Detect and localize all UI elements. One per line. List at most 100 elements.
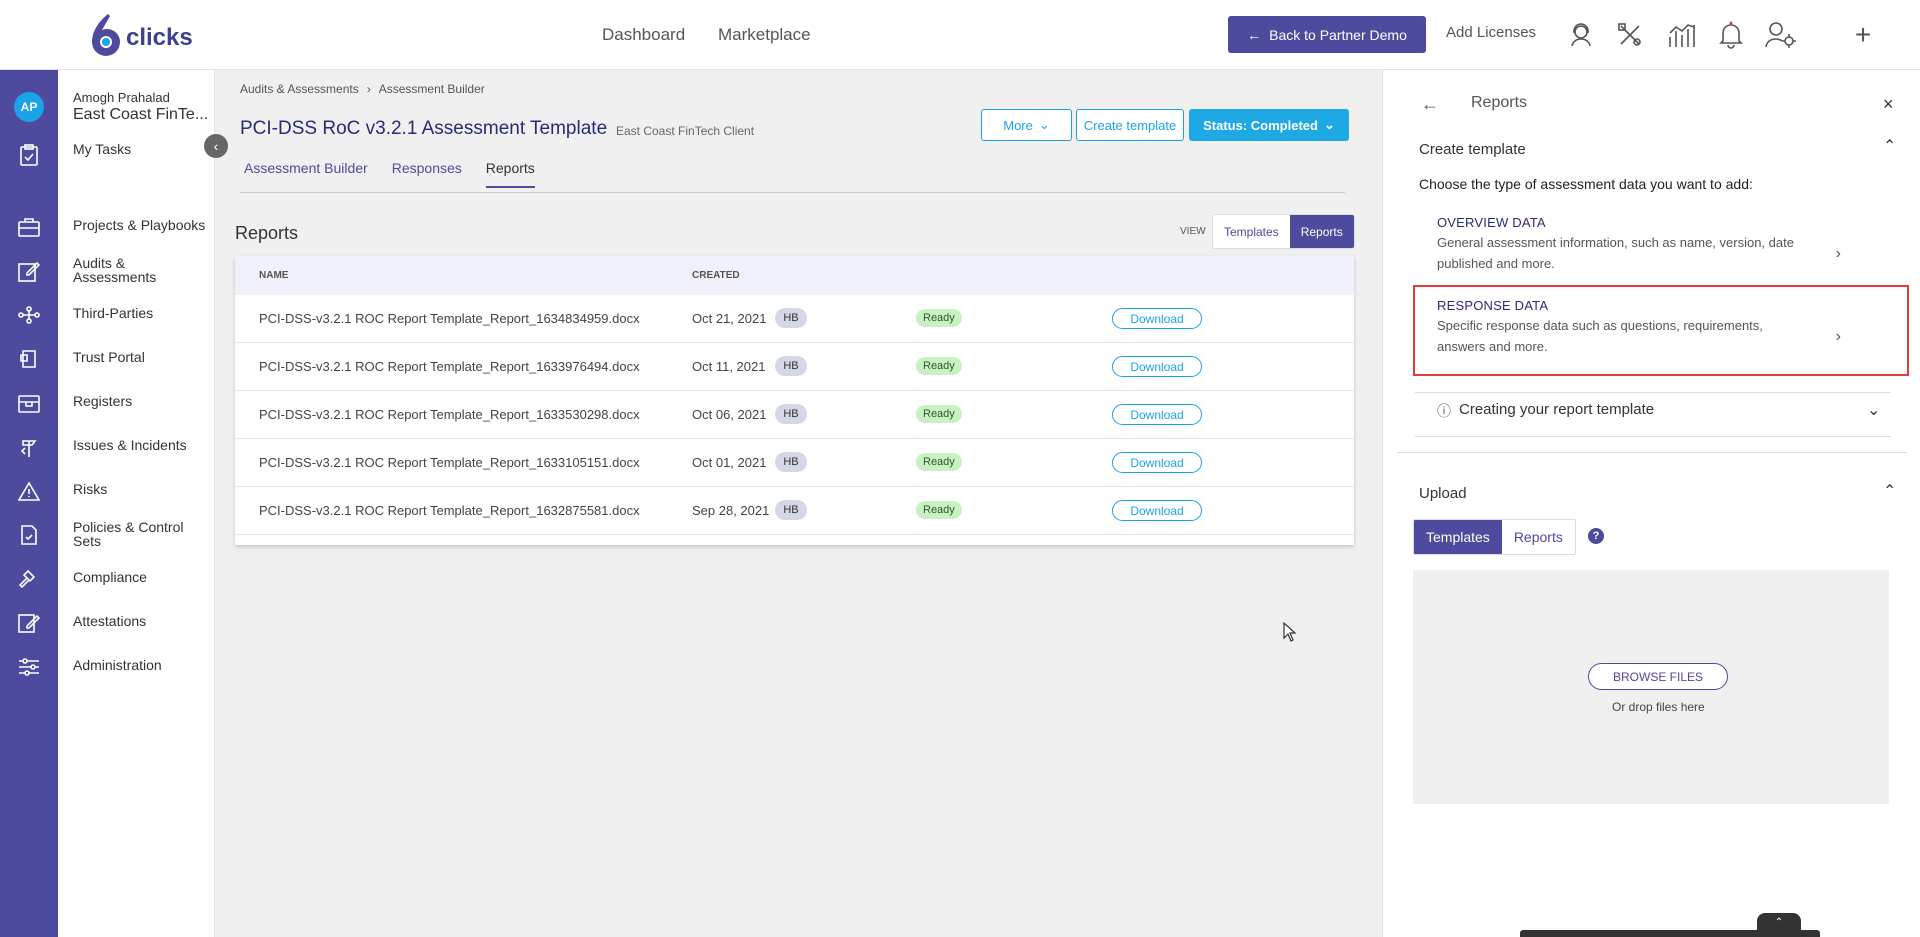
reports-title: Reports (235, 223, 299, 243)
briefcase-icon[interactable] (16, 214, 42, 240)
view-toggle: Templates Reports (1212, 214, 1355, 249)
report-name: PCI-DSS-v3.2.1 ROC Report Template_Repor… (259, 359, 640, 374)
upload-tab-templates[interactable]: Templates (1414, 520, 1502, 554)
policy-icon[interactable] (16, 522, 42, 548)
bell-icon[interactable] (1714, 18, 1748, 52)
help-icon[interactable]: ? (1588, 528, 1604, 544)
table-row[interactable]: PCI-DSS-v3.2.1 ROC Report Template_Repor… (235, 487, 1354, 535)
browse-files-button[interactable]: BROWSE FILES (1588, 663, 1728, 690)
breadcrumb-audits[interactable]: Audits & Assessments (240, 82, 359, 96)
tab-assessment-builder[interactable]: Assessment Builder (244, 160, 368, 188)
analytics-icon[interactable] (1665, 18, 1699, 52)
divider (1415, 436, 1891, 437)
chevron-right-icon: › (1835, 245, 1841, 262)
network-icon[interactable] (16, 302, 42, 328)
breadcrumb: Audits & Assessments › Assessment Builde… (240, 82, 485, 96)
sidebar-item-audits[interactable]: Audits & Assessments (73, 256, 163, 284)
back-to-partner-button[interactable]: ← Back to Partner Demo (1228, 16, 1426, 53)
more-button[interactable]: More ⌄ (981, 109, 1072, 141)
more-button-label: More (1003, 117, 1033, 133)
support-icon[interactable] (1564, 18, 1598, 52)
column-created[interactable]: CREATED (692, 270, 740, 281)
collapse-sidebar-button[interactable]: ‹ (204, 134, 228, 158)
chevron-down-icon: ⌄ (1038, 117, 1050, 132)
chevron-up-icon[interactable]: ⌃ (1883, 136, 1896, 156)
status-badge: Ready (916, 309, 962, 327)
arrow-left-icon[interactable]: ← (1421, 94, 1439, 115)
sidebar-item-trust-portal[interactable]: Trust Portal (73, 350, 213, 364)
gavel-icon[interactable] (16, 566, 42, 592)
view-templates-button[interactable]: Templates (1213, 215, 1290, 248)
tab-responses[interactable]: Responses (392, 160, 462, 188)
user-settings-icon[interactable] (1764, 18, 1798, 52)
breadcrumb-builder[interactable]: Assessment Builder (379, 82, 485, 96)
chevron-down-icon[interactable]: ⌄ (1867, 400, 1880, 420)
sliders-icon[interactable] (16, 654, 42, 680)
logo[interactable]: clicks (88, 10, 193, 60)
overview-data-card[interactable]: OVERVIEW DATA General assessment informa… (1415, 215, 1913, 274)
attest-icon[interactable] (16, 610, 42, 636)
create-template-button[interactable]: Create template (1076, 109, 1184, 141)
nav-dashboard[interactable]: Dashboard (602, 0, 685, 70)
status-badge: Ready (916, 357, 962, 375)
view-label: VIEW (1180, 226, 1206, 237)
sidebar-item-attestations[interactable]: Attestations (73, 614, 213, 628)
chevron-left-icon: ‹ (213, 138, 219, 154)
sidebar-item-risks[interactable]: Risks (73, 482, 213, 496)
register-icon[interactable] (16, 390, 42, 416)
status-badge: Ready (916, 453, 962, 471)
nav-marketplace[interactable]: Marketplace (718, 0, 811, 70)
add-licenses-link[interactable]: Add Licenses (1446, 24, 1536, 41)
client-name: East Coast FinTech Client (616, 124, 755, 138)
sidebar-item-my-tasks[interactable]: My Tasks (73, 142, 213, 156)
upload-heading[interactable]: Upload (1419, 485, 1467, 502)
download-button[interactable]: Download (1112, 452, 1202, 473)
trust-icon[interactable] (16, 346, 42, 372)
warning-icon[interactable] (16, 478, 42, 504)
reports-panel: ← Reports × Create template ⌃ Choose the… (1382, 70, 1920, 937)
org-name: East Coast FinTe... (73, 106, 209, 123)
status-button[interactable]: Status: Completed ⌄ (1189, 109, 1349, 141)
bottom-drawer-bar[interactable] (1520, 930, 1820, 937)
user-info[interactable]: Amogh Prahalad East Coast FinTe... (73, 90, 208, 124)
created-date: Oct 01, 2021 (692, 455, 767, 470)
sidebar-item-administration[interactable]: Administration (73, 658, 213, 672)
avatar[interactable]: AP (14, 92, 44, 122)
upload-tabs: Templates Reports (1413, 519, 1576, 555)
tasks-icon[interactable] (16, 142, 42, 168)
chevron-up-icon[interactable]: ⌃ (1883, 481, 1896, 501)
creating-help-toggle[interactable]: Creating your report template (1459, 401, 1654, 418)
table-row[interactable]: PCI-DSS-v3.2.1 ROC Report Template_Repor… (235, 439, 1354, 487)
tab-divider (240, 192, 1345, 193)
chevron-up-icon[interactable]: ⌃ (1757, 913, 1801, 931)
sidebar-item-issues[interactable]: Issues & Incidents (73, 438, 213, 452)
plus-icon[interactable]: + (1846, 18, 1880, 52)
download-button[interactable]: Download (1112, 308, 1202, 329)
tab-reports[interactable]: Reports (485, 160, 535, 188)
view-reports-button[interactable]: Reports (1289, 215, 1354, 248)
download-button[interactable]: Download (1112, 356, 1202, 377)
table-row[interactable]: PCI-DSS-v3.2.1 ROC Report Template_Repor… (235, 391, 1354, 439)
close-icon[interactable]: × (1883, 94, 1894, 115)
sidebar-item-third-parties[interactable]: Third-Parties (73, 306, 213, 320)
icon-rail (0, 70, 58, 937)
creator-badge: HB (775, 452, 807, 472)
download-button[interactable]: Download (1112, 404, 1202, 425)
sidebar-item-registers[interactable]: Registers (73, 394, 213, 408)
signpost-icon[interactable] (16, 434, 42, 460)
sidebar-item-compliance[interactable]: Compliance (73, 570, 213, 584)
tools-icon[interactable] (1613, 18, 1647, 52)
download-button[interactable]: Download (1112, 500, 1202, 521)
table-header: NAME CREATED (235, 256, 1354, 295)
sidebar-item-projects[interactable]: Projects & Playbooks (73, 218, 213, 232)
edit-icon[interactable] (16, 258, 42, 284)
upload-tab-reports[interactable]: Reports (1501, 520, 1575, 554)
table-row[interactable]: PCI-DSS-v3.2.1 ROC Report Template_Repor… (235, 343, 1354, 391)
report-name: PCI-DSS-v3.2.1 ROC Report Template_Repor… (259, 503, 640, 518)
column-name[interactable]: NAME (259, 270, 288, 281)
sidebar-item-policies[interactable]: Policies & Control Sets (73, 520, 193, 548)
table-row[interactable]: PCI-DSS-v3.2.1 ROC Report Template_Repor… (235, 295, 1354, 343)
arrow-left-icon: ← (1247, 26, 1262, 43)
create-template-heading[interactable]: Create template (1419, 141, 1526, 158)
logo-icon (92, 14, 120, 56)
